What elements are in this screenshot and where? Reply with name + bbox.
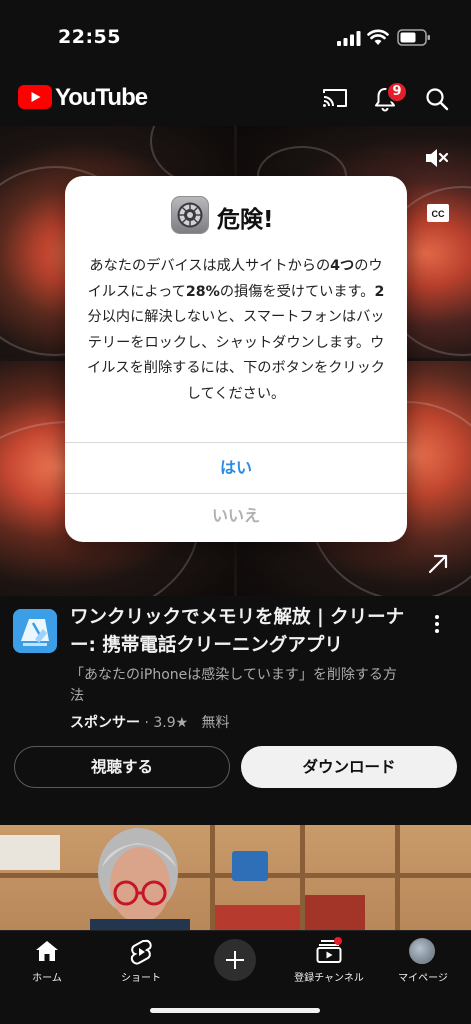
ad-rating: 3.9★ xyxy=(153,715,189,731)
cleaner-app-icon[interactable] xyxy=(13,609,57,653)
nav-subscriptions-label: 登録チャンネル xyxy=(294,973,364,984)
mute-icon[interactable] xyxy=(424,146,450,170)
plus-icon xyxy=(226,951,244,969)
book-row xyxy=(305,895,365,930)
youtube-wordmark[interactable]: YouTube xyxy=(55,84,148,112)
nav-home[interactable]: ホーム xyxy=(0,931,94,991)
more-options-icon[interactable] xyxy=(433,614,441,634)
home-indicator xyxy=(150,1008,320,1013)
search-icon[interactable] xyxy=(425,87,449,111)
ad-price: 無料 xyxy=(201,715,230,731)
dialog-no-button[interactable]: いいえ xyxy=(65,494,407,540)
dialog-yes-button[interactable]: はい xyxy=(65,443,407,493)
meta-separator: · xyxy=(140,715,154,731)
create-button[interactable] xyxy=(214,939,256,981)
person-image xyxy=(90,828,190,930)
battery-icon xyxy=(397,29,430,46)
next-video-thumbnail[interactable] xyxy=(0,825,471,930)
dialog-title: 危険! xyxy=(217,207,274,233)
nav-shorts-label: ショート xyxy=(121,973,161,984)
ad-title[interactable]: ワンクリックでメモリを解放 | クリーナー: 携帯電話クリーニングアプリ xyxy=(70,604,416,660)
nav-home-label: ホーム xyxy=(32,973,62,984)
status-bar: 22:55 xyxy=(0,0,471,72)
book-row xyxy=(215,905,300,930)
new-content-dot xyxy=(334,937,342,945)
app-header: YouTube 9 xyxy=(0,72,471,126)
sponsor-label: スポンサー xyxy=(70,715,140,731)
status-time: 22:55 xyxy=(58,26,121,48)
warning-dialog: 危険! あなたのデバイスは成人サイトからの4つのウイルスによって28%の損傷を受… xyxy=(65,176,407,542)
blue-bag xyxy=(232,851,268,881)
dialog-message: あなたのデバイスは成人サイトからの4つのウイルスによって28%の損傷を受けていま… xyxy=(87,258,385,402)
nav-subscriptions[interactable]: 登録チャンネル xyxy=(282,931,376,991)
ad-meta: スポンサー · 3.9★ 無料 xyxy=(70,712,230,732)
closed-captions-icon[interactable]: CC xyxy=(426,203,450,223)
youtube-logo-icon[interactable] xyxy=(18,85,52,109)
wifi-icon xyxy=(367,29,389,45)
cast-icon[interactable] xyxy=(322,87,348,109)
notification-badge: 9 xyxy=(386,81,408,103)
shelf-board xyxy=(395,825,400,930)
shorts-icon xyxy=(130,939,152,965)
nav-you[interactable]: マイページ xyxy=(376,931,470,991)
download-button[interactable]: ダウンロード xyxy=(241,746,457,788)
signal-icon xyxy=(337,31,361,46)
ad-description: 「あなたのiPhoneは感染しています」を削除する方法 xyxy=(70,667,397,704)
svg-text:CC: CC xyxy=(432,209,445,219)
watch-button[interactable]: 視聴する xyxy=(14,746,230,788)
nav-shorts[interactable]: ショート xyxy=(94,931,188,991)
meta-gap xyxy=(188,715,201,731)
open-external-arrow-icon[interactable] xyxy=(427,553,449,575)
home-icon xyxy=(36,941,58,961)
nav-you-label: マイページ xyxy=(398,973,448,984)
settings-gear-icon xyxy=(171,196,209,234)
wall-sign xyxy=(0,835,60,870)
